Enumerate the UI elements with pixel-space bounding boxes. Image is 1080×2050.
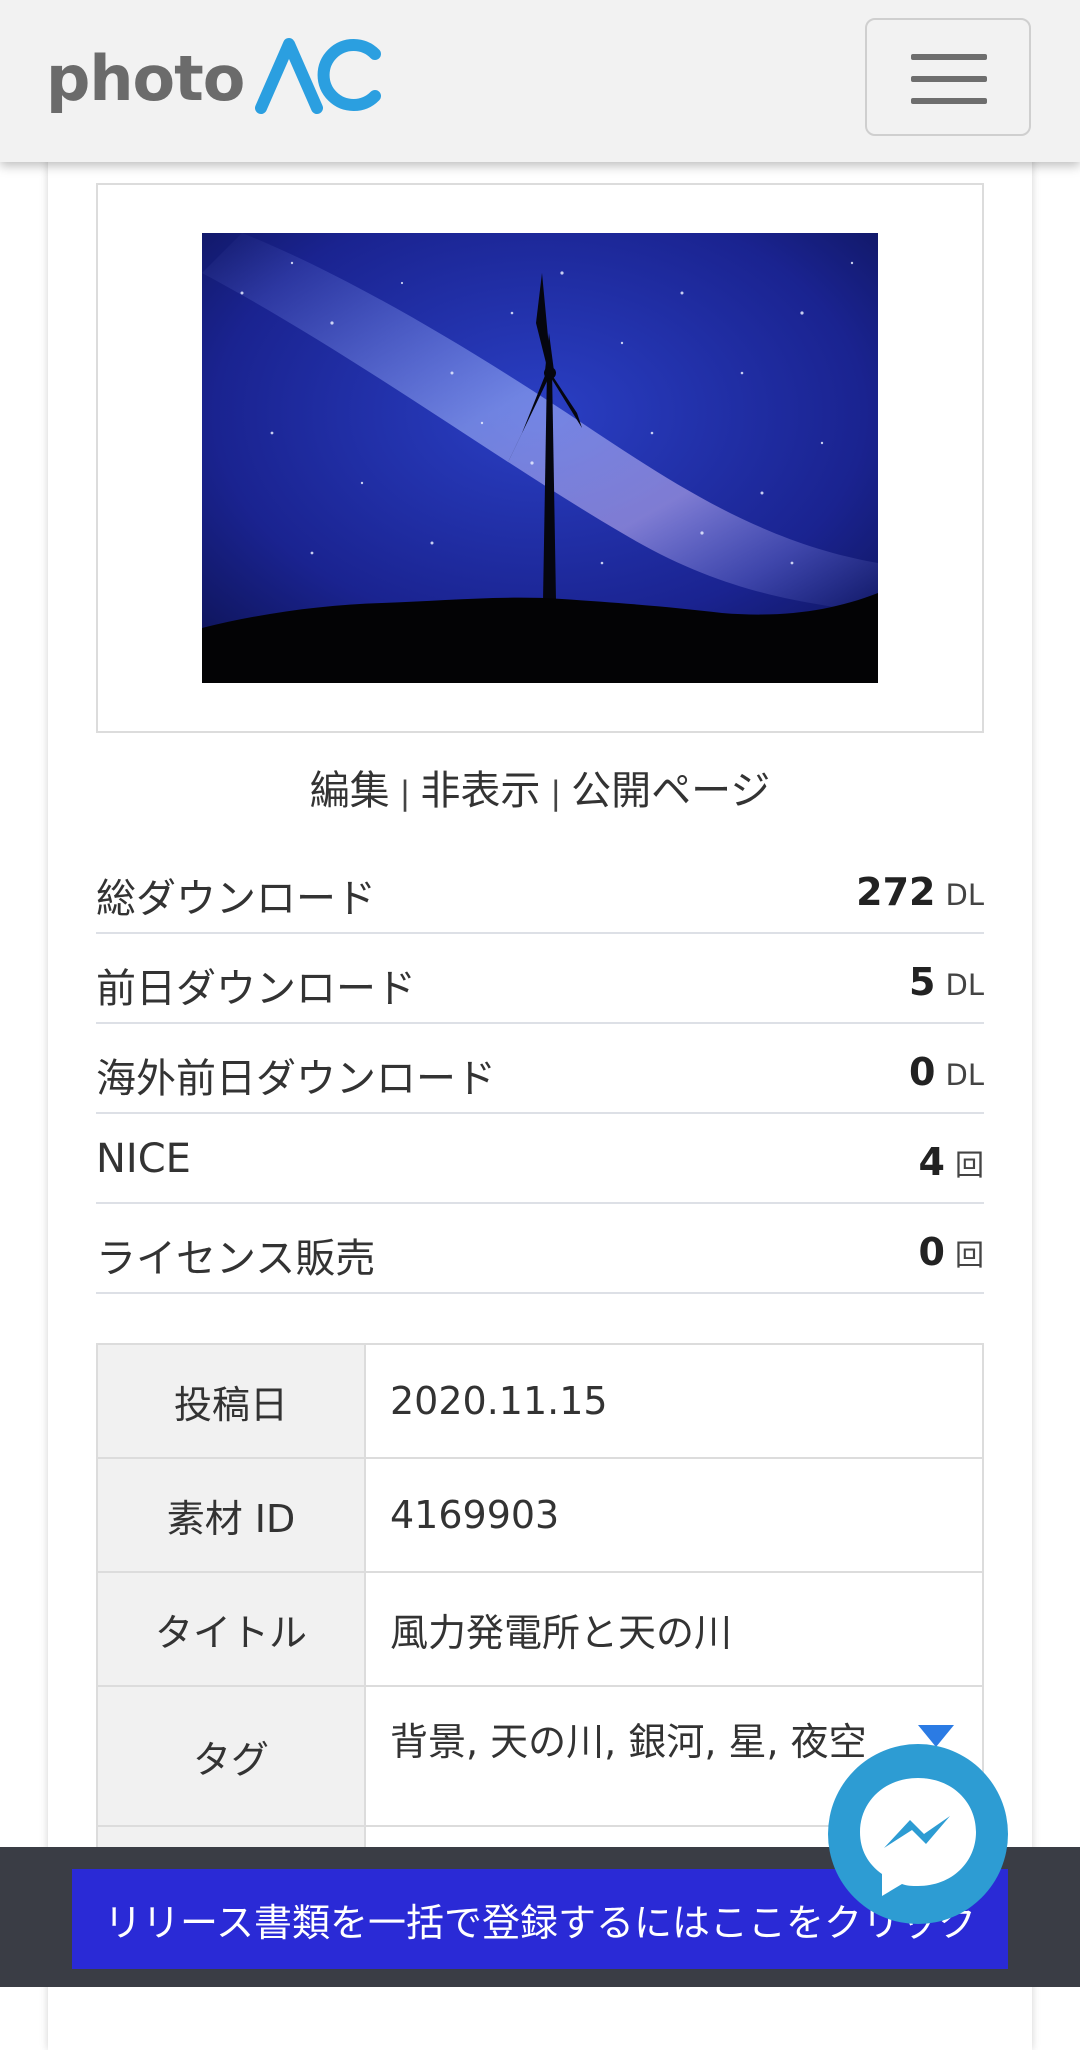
stat-number: 0 [918,1230,945,1274]
logo-photo-text: photo [46,42,245,115]
stat-label: 海外前日ダウンロード [96,1056,496,1102]
material-photo[interactable] [202,233,878,683]
tags-label: タグ [96,1685,366,1827]
logo-ac-mark [255,38,381,114]
stat-unit: DL [945,1058,985,1092]
top-header: photo [0,0,1080,162]
public-page-link[interactable]: 公開ページ [571,768,770,814]
material-id-value: 4169903 [364,1457,984,1573]
messenger-chat-button[interactable] [828,1744,1008,1924]
stat-value: 0 DL [909,1050,984,1094]
hide-link[interactable]: 非表示 [420,768,540,814]
table-row: タイトル 風力発電所と天の川 [96,1571,984,1687]
stat-unit: 回 [954,1238,984,1272]
download-stats: 総ダウンロード 272 DL 前日ダウンロード 5 DL 海外前日ダウンロード 0D… [96,844,984,1294]
post-date-value: 2020.11.15 [364,1343,984,1459]
image-frame [96,183,984,733]
stat-value: 4回 [919,1140,984,1184]
link-separator: | [399,774,411,812]
stat-label: 総ダウンロード [96,876,376,922]
hamburger-icon-line [911,76,987,82]
stat-value: 0回 [919,1230,984,1274]
stat-row-previous-day-downloads: 前日ダウンロード 5 DL [96,934,984,1024]
action-links: 編集 | 非表示 | 公開ページ [48,758,1032,816]
tags-value: 背景, 天の川, 銀河, 星, 夜空 [390,1720,867,1764]
stat-label: 前日ダウンロード [96,966,416,1012]
stat-number: 4 [918,1140,945,1184]
edit-link[interactable]: 編集 [310,768,390,814]
stat-row-license-sales: ライセンス販売 0回 [96,1204,984,1294]
stat-row-overseas-downloads: 海外前日ダウンロード 0 DL [96,1024,984,1114]
title-value: 風力発電所と天の川 [364,1571,984,1687]
stat-number: 272 [856,870,936,914]
stat-number: 0 [909,1050,936,1094]
table-row: 素材 ID 4169903 [96,1457,984,1573]
material-id-label: 素材 ID [96,1457,366,1573]
stat-value: 5 DL [909,960,984,1004]
stat-row-total-downloads: 総ダウンロード 272 DL [96,844,984,934]
stat-label: NICE [96,1136,191,1182]
photoac-logo[interactable]: photo [46,30,381,130]
table-row: 投稿日 2020.11.15 [96,1343,984,1459]
menu-button[interactable] [865,18,1031,136]
hamburger-icon-line [911,98,987,104]
stat-label: ライセンス販売 [96,1236,376,1282]
stat-value: 272 DL [856,870,984,914]
photo-image [202,233,878,683]
stat-unit: DL [945,878,985,912]
stat-row-nice: NICE 4回 [96,1114,984,1204]
stat-number: 5 [909,960,936,1004]
link-separator: | [550,774,562,812]
stat-unit: DL [945,968,985,1002]
title-label: タイトル [96,1571,366,1687]
messenger-icon [860,1778,976,1896]
hamburger-icon [911,54,987,60]
stat-unit: 回 [954,1148,984,1182]
post-date-label: 投稿日 [96,1343,366,1459]
